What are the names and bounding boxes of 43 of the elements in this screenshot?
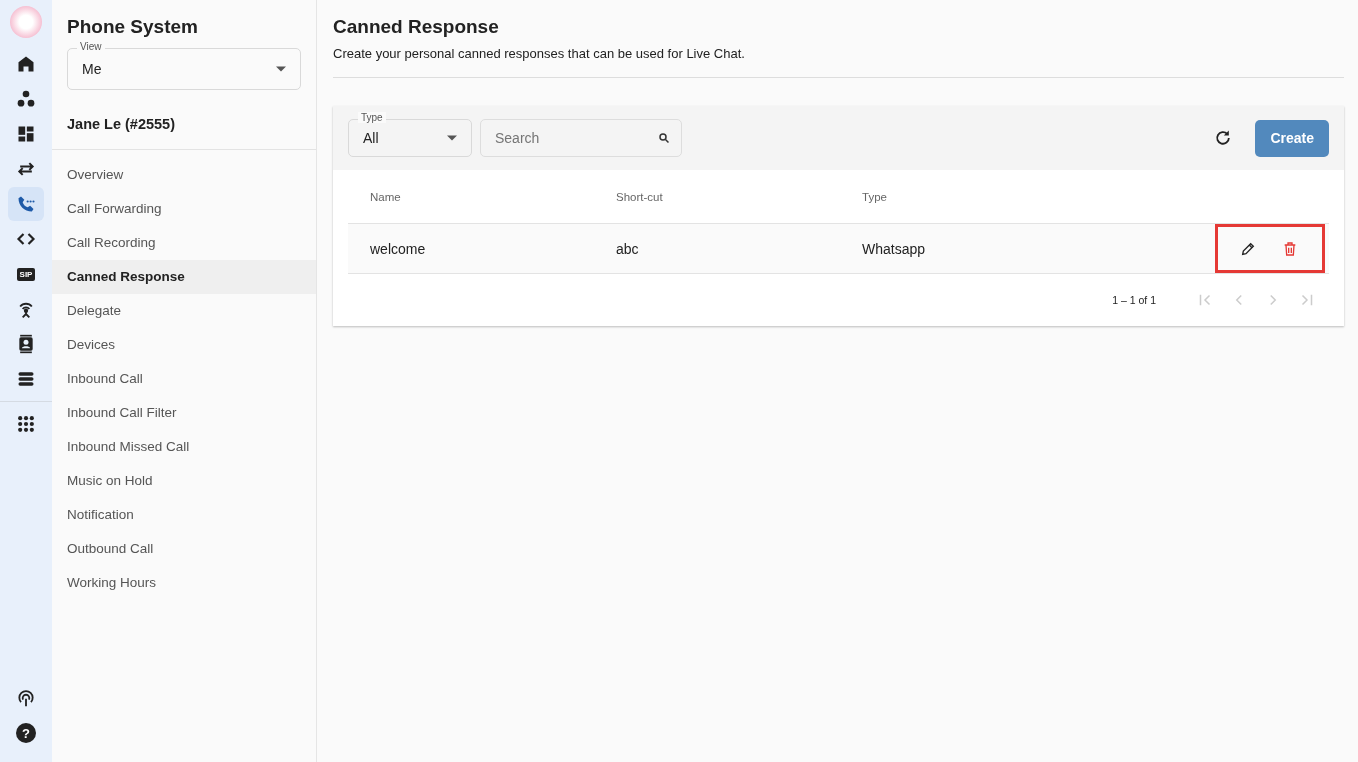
sidebar-item[interactable]: Canned Response — [52, 260, 316, 294]
sidebar-item[interactable]: Call Recording — [52, 226, 316, 260]
sidebar-item[interactable]: Outbound Call — [52, 532, 316, 566]
dashboard-icon — [16, 124, 36, 144]
broadcast-icon — [16, 688, 36, 708]
sidebar-item[interactable]: Overview — [52, 158, 316, 192]
phone-icon — [16, 194, 36, 214]
dropdown-caret-icon — [276, 66, 286, 72]
page-subtitle: Create your personal canned responses that can be used for Live Chat. — [333, 46, 746, 61]
phone-button[interactable] — [8, 187, 44, 221]
sidebar-item[interactable]: Inbound Call — [52, 362, 316, 396]
contact-icon — [16, 334, 36, 354]
edit-icon[interactable] — [1240, 240, 1256, 257]
pagination-range: 1 – 1 of 1 — [1112, 294, 1156, 306]
table-cell-text: welcome — [370, 240, 427, 257]
user-name: Jane Le (#2555) — [67, 116, 176, 132]
sidebar-item[interactable]: Call Forwarding — [52, 192, 316, 226]
delete-icon[interactable] — [1282, 240, 1298, 257]
dots-icon — [16, 89, 36, 109]
column-header: Name — [370, 190, 402, 203]
table-cell-text: Whatsapp — [862, 240, 927, 257]
sidebar-item[interactable]: Delegate — [52, 294, 316, 328]
search-icon — [658, 132, 670, 144]
logo-icon — [10, 6, 42, 38]
dropdown-caret-icon — [447, 135, 457, 141]
column-header: Type — [862, 190, 888, 203]
apps-icon — [16, 414, 36, 434]
page-title: Canned Response — [333, 16, 500, 38]
home-icon — [16, 54, 36, 74]
sidebar-item[interactable]: Inbound Missed Call — [52, 430, 316, 464]
sidebar-item[interactable]: Notification — [52, 498, 316, 532]
sidebar-title: Phone System — [67, 16, 199, 38]
sip-button[interactable]: SIP — [8, 257, 44, 291]
sidebar-item[interactable]: Music on Hold — [52, 464, 316, 498]
create-button[interactable]: Create — [1255, 119, 1329, 157]
help-button[interactable]: ? — [8, 716, 44, 750]
table-cell-text: abc — [616, 240, 640, 257]
sidebar-item[interactable]: Working Hours — [52, 566, 316, 600]
sidebar-item[interactable]: Inbound Call Filter — [52, 396, 316, 430]
server-icon — [16, 369, 36, 389]
search-field[interactable]: Search — [480, 119, 682, 157]
column-header: Short-cut — [616, 190, 664, 203]
sidebar-item[interactable]: Devices — [52, 328, 316, 362]
